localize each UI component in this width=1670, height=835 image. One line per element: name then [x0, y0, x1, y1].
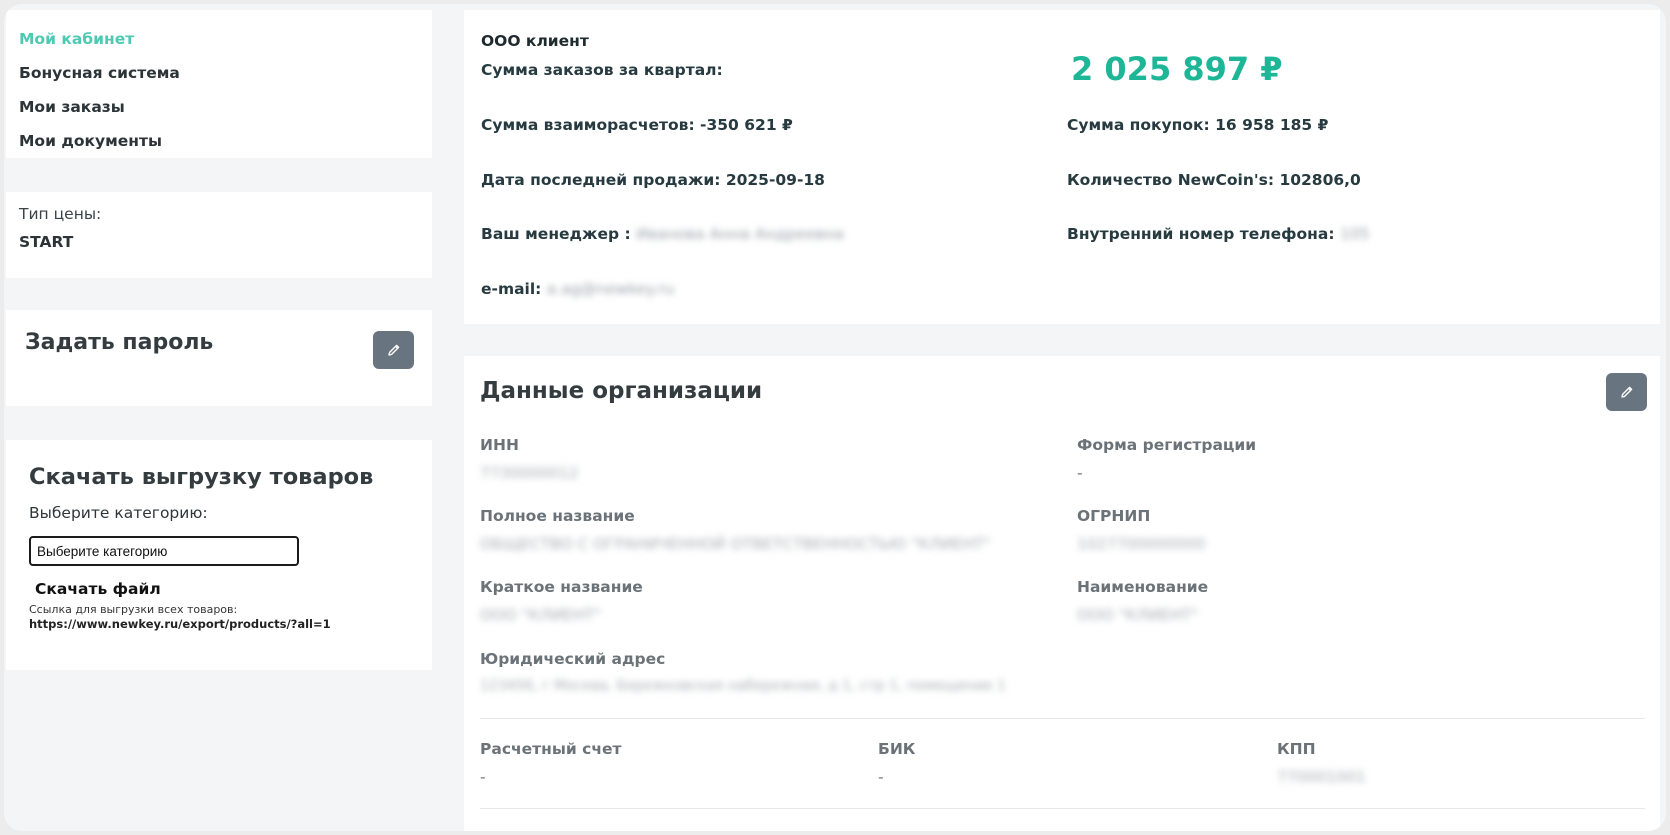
- download-file-button[interactable]: Скачать файл: [35, 580, 161, 598]
- bik-value: -: [878, 768, 884, 786]
- kpp-value: 770001001: [1277, 768, 1366, 786]
- ogrnip-label: ОГРНИП: [1077, 507, 1151, 525]
- name-value: ООО "КЛИЕНТ": [1077, 606, 1198, 624]
- category-select[interactable]: Выберите категорию: [29, 536, 299, 566]
- password-card: Задать пароль: [6, 310, 432, 406]
- bik-label: БИК: [878, 740, 916, 758]
- export-link[interactable]: https://www.newkey.ru/export/products/?a…: [29, 617, 409, 631]
- address-label: Юридический адрес: [480, 650, 666, 668]
- short-name-label: Краткое название: [480, 578, 643, 596]
- pencil-icon: [1620, 386, 1632, 398]
- email-row: e-mail: a.ag@newkey.ru: [481, 280, 674, 298]
- price-type-label: Тип цены:: [19, 205, 102, 223]
- full-name-label: Полное название: [480, 507, 635, 525]
- client-summary-card: ООО клиент Сумма заказов за квартал: 2 0…: [464, 10, 1660, 324]
- category-label: Выберите категорию:: [29, 504, 208, 522]
- password-title: Задать пароль: [25, 330, 214, 355]
- edit-organization-button[interactable]: [1606, 373, 1647, 411]
- manager-label: Ваш менеджер :: [481, 225, 631, 243]
- download-card: Скачать выгрузку товаров Выберите катего…: [6, 440, 432, 670]
- address-value: 123456, г Москва, Бережковская набережна…: [480, 678, 1006, 694]
- phone-value: 105: [1339, 225, 1370, 243]
- client-name: ООО клиент: [481, 32, 589, 50]
- page-frame: Мой кабинет Бонусная система Мои заказы …: [4, 4, 1666, 831]
- ogrnip-value: 1027700000000: [1077, 535, 1206, 553]
- sidebar-item-bonus-system[interactable]: Бонусная система: [19, 56, 432, 90]
- reg-form-label: Форма регистрации: [1077, 436, 1257, 454]
- divider: [480, 718, 1645, 719]
- kpp-label: КПП: [1277, 740, 1316, 758]
- last-sale-date: Дата последней продажи: 2025-09-18: [481, 171, 825, 189]
- sidebar-menu: Мой кабинет Бонусная система Мои заказы …: [6, 10, 432, 158]
- sidebar-item-my-documents[interactable]: Мои документы: [19, 124, 432, 158]
- download-note: Ссылка для выгрузки всех товаров:: [29, 603, 238, 616]
- edit-password-button[interactable]: [373, 331, 414, 369]
- short-name-value: ООО "КЛИЕНТ": [480, 606, 601, 624]
- price-type-value: START: [19, 233, 74, 251]
- organization-title: Данные организации: [480, 378, 763, 404]
- pencil-icon: [387, 344, 399, 356]
- phone-label: Внутренний номер телефона:: [1067, 225, 1335, 243]
- organization-card: Данные организации ИНН 7730000012 Форма …: [464, 356, 1660, 831]
- email-label: e-mail:: [481, 280, 542, 298]
- inn-value: 7730000012: [480, 464, 579, 482]
- purchases-sum: Сумма покупок: 16 958 185 ₽: [1067, 116, 1329, 134]
- settlements-sum: Сумма взаиморасчетов: -350 621 ₽: [481, 116, 793, 134]
- reg-form-value: -: [1077, 464, 1083, 482]
- download-title: Скачать выгрузку товаров: [29, 464, 374, 490]
- account-value: -: [480, 768, 486, 786]
- name-label: Наименование: [1077, 578, 1209, 596]
- manager-value: Иванова Анна Андреевна: [636, 225, 844, 243]
- phone-row: Внутренний номер телефона: 105: [1067, 225, 1370, 243]
- orders-quarter-amount: 2 025 897 ₽: [1071, 50, 1283, 88]
- inn-label: ИНН: [480, 436, 519, 454]
- account-label: Расчетный счет: [480, 740, 622, 758]
- orders-quarter-label: Сумма заказов за квартал:: [481, 61, 723, 79]
- sidebar-item-my-orders[interactable]: Мои заказы: [19, 90, 432, 124]
- sidebar-item-my-cabinet[interactable]: Мой кабинет: [19, 22, 432, 56]
- divider: [480, 808, 1645, 809]
- price-type-card: Тип цены: START: [6, 192, 432, 278]
- full-name-value: ОБЩЕСТВО С ОГРАНИЧЕННОЙ ОТВЕТСТВЕННОСТЬЮ…: [480, 535, 991, 553]
- email-value[interactable]: a.ag@newkey.ru: [547, 280, 674, 298]
- newcoins-count: Количество NewCoin's: 102806,0: [1067, 171, 1361, 189]
- manager-row: Ваш менеджер : Иванова Анна Андреевна: [481, 225, 844, 243]
